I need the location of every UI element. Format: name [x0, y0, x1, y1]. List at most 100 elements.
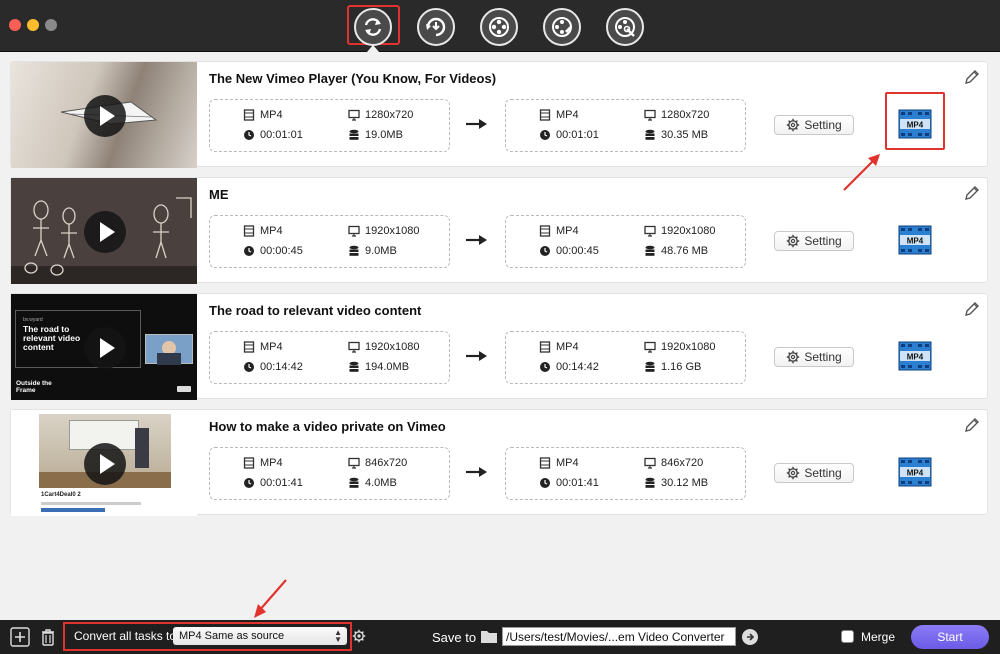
source-format: MP4 [260, 109, 283, 121]
film-tools-icon [615, 17, 635, 37]
task-card: 1Cart4Deal0 2 How to make a video privat… [10, 409, 988, 516]
window-minimize-button[interactable] [27, 19, 39, 31]
clock-icon [243, 361, 255, 373]
database-icon [644, 361, 656, 373]
monitor-icon [644, 109, 656, 121]
database-icon [644, 245, 656, 257]
film-tools-tool-button[interactable] [606, 8, 644, 46]
convert-icon [364, 18, 382, 36]
merge-checkbox[interactable] [841, 630, 854, 643]
film-icon [243, 225, 255, 237]
task-card: The New Vimeo Player (You Know, For Vide… [10, 61, 988, 168]
save-path-field[interactable]: /Users/test/Movies/...em Video Converter [502, 627, 736, 646]
source-resolution: 1280x720 [365, 109, 414, 121]
convert-tool-button[interactable] [354, 8, 392, 46]
window-close-button[interactable] [9, 19, 21, 31]
window-zoom-button[interactable] [45, 19, 57, 31]
convert-format-value: MP4 Same as source [179, 630, 285, 642]
output-info-box: MP4 1920x1080 00:00:45 48.76 MB [505, 215, 746, 268]
play-icon[interactable] [84, 443, 126, 485]
gear-icon[interactable] [352, 629, 366, 643]
slide-logo [177, 386, 191, 392]
output-size: 1.16 GB [661, 361, 702, 373]
format-badge-text: MP4 [907, 469, 924, 478]
film-icon [539, 109, 551, 121]
source-info-box: MP4 1920x1080 00:00:45 9.0MB [209, 215, 450, 268]
add-icon[interactable] [9, 626, 31, 648]
edit-pencil-icon[interactable] [963, 184, 981, 202]
thumbnail-caption: 1Cart4Deal0 2 [41, 492, 81, 498]
film-icon [243, 341, 255, 353]
edit-pencil-icon[interactable] [963, 300, 981, 318]
play-icon[interactable] [84, 327, 126, 369]
source-info-box: MP4 846x720 00:01:41 4.0MB [209, 447, 450, 500]
output-format-icon[interactable]: MP4 [898, 109, 932, 139]
setting-button[interactable]: Setting [774, 231, 854, 251]
convert-all-label: Convert all tasks to [74, 629, 177, 643]
format-badge-text: MP4 [907, 237, 924, 246]
trash-icon[interactable] [37, 626, 59, 648]
source-format: MP4 [260, 225, 283, 237]
monitor-icon [348, 109, 360, 121]
video-thumbnail[interactable] [11, 178, 197, 284]
task-title: How to make a video private on Vimeo [209, 419, 446, 434]
setting-button[interactable]: Setting [774, 463, 854, 483]
source-format: MP4 [260, 341, 283, 353]
download-icon [426, 17, 446, 37]
output-duration: 00:14:42 [556, 361, 599, 373]
clock-icon [539, 361, 551, 373]
output-duration: 00:01:41 [556, 477, 599, 489]
setting-label: Setting [804, 466, 842, 480]
film-reel-tool-button[interactable] [480, 8, 518, 46]
setting-label: Setting [804, 234, 842, 248]
film-edit-tool-button[interactable] [543, 8, 581, 46]
speaker-video-inset [145, 334, 193, 365]
gear-icon [787, 350, 800, 364]
open-folder-arrow-icon[interactable] [742, 629, 758, 645]
output-format-icon[interactable]: MP4 [898, 225, 932, 255]
play-icon[interactable] [84, 211, 126, 253]
slide-headline-text: The road to relevant video content [23, 324, 81, 352]
thumbnail-buttons [41, 508, 105, 512]
setting-button[interactable]: Setting [774, 347, 854, 367]
edit-pencil-icon[interactable] [963, 68, 981, 86]
video-thumbnail[interactable]: bv.wyard The road to relevant video cont… [11, 294, 197, 400]
source-resolution: 846x720 [365, 457, 408, 469]
folder-icon[interactable] [480, 628, 498, 644]
task-title: The New Vimeo Player (You Know, For Vide… [209, 71, 497, 86]
gear-icon [787, 118, 800, 132]
edit-pencil-icon[interactable] [963, 416, 981, 434]
setting-button[interactable]: Setting [774, 115, 854, 135]
output-size: 48.76 MB [661, 245, 709, 257]
output-duration: 00:01:01 [556, 129, 599, 141]
monitor-icon [348, 341, 360, 353]
play-icon[interactable] [84, 95, 126, 137]
start-button[interactable]: Start [911, 625, 989, 649]
output-format: MP4 [556, 341, 579, 353]
film-icon [539, 341, 551, 353]
arrow-right-icon [466, 235, 487, 245]
monitor-icon [644, 341, 656, 353]
output-format: MP4 [556, 457, 579, 469]
download-tool-button[interactable] [417, 8, 455, 46]
clock-icon [539, 129, 551, 141]
output-format-icon[interactable]: MP4 [898, 341, 932, 371]
video-thumbnail[interactable] [11, 62, 197, 168]
database-icon [644, 129, 656, 141]
video-thumbnail[interactable]: 1Cart4Deal0 2 [11, 410, 197, 516]
format-badge-text: MP4 [907, 353, 924, 362]
convert-format-select[interactable]: MP4 Same as source ▲ ▼ [173, 627, 347, 645]
output-size: 30.12 MB [661, 477, 709, 489]
output-info-box: MP4 1920x1080 00:14:42 1.16 GB [505, 331, 746, 384]
select-chevron-icon: ▲ ▼ [334, 628, 342, 644]
monitor-icon [644, 457, 656, 469]
toolbar [0, 0, 1000, 52]
database-icon [348, 477, 360, 489]
merge-label: Merge [861, 630, 896, 644]
source-duration: 00:01:41 [260, 477, 303, 489]
output-format-icon[interactable]: MP4 [898, 457, 932, 487]
gear-icon [787, 466, 800, 480]
gear-icon [787, 234, 800, 248]
output-resolution: 1920x1080 [661, 225, 716, 237]
database-icon [348, 361, 360, 373]
